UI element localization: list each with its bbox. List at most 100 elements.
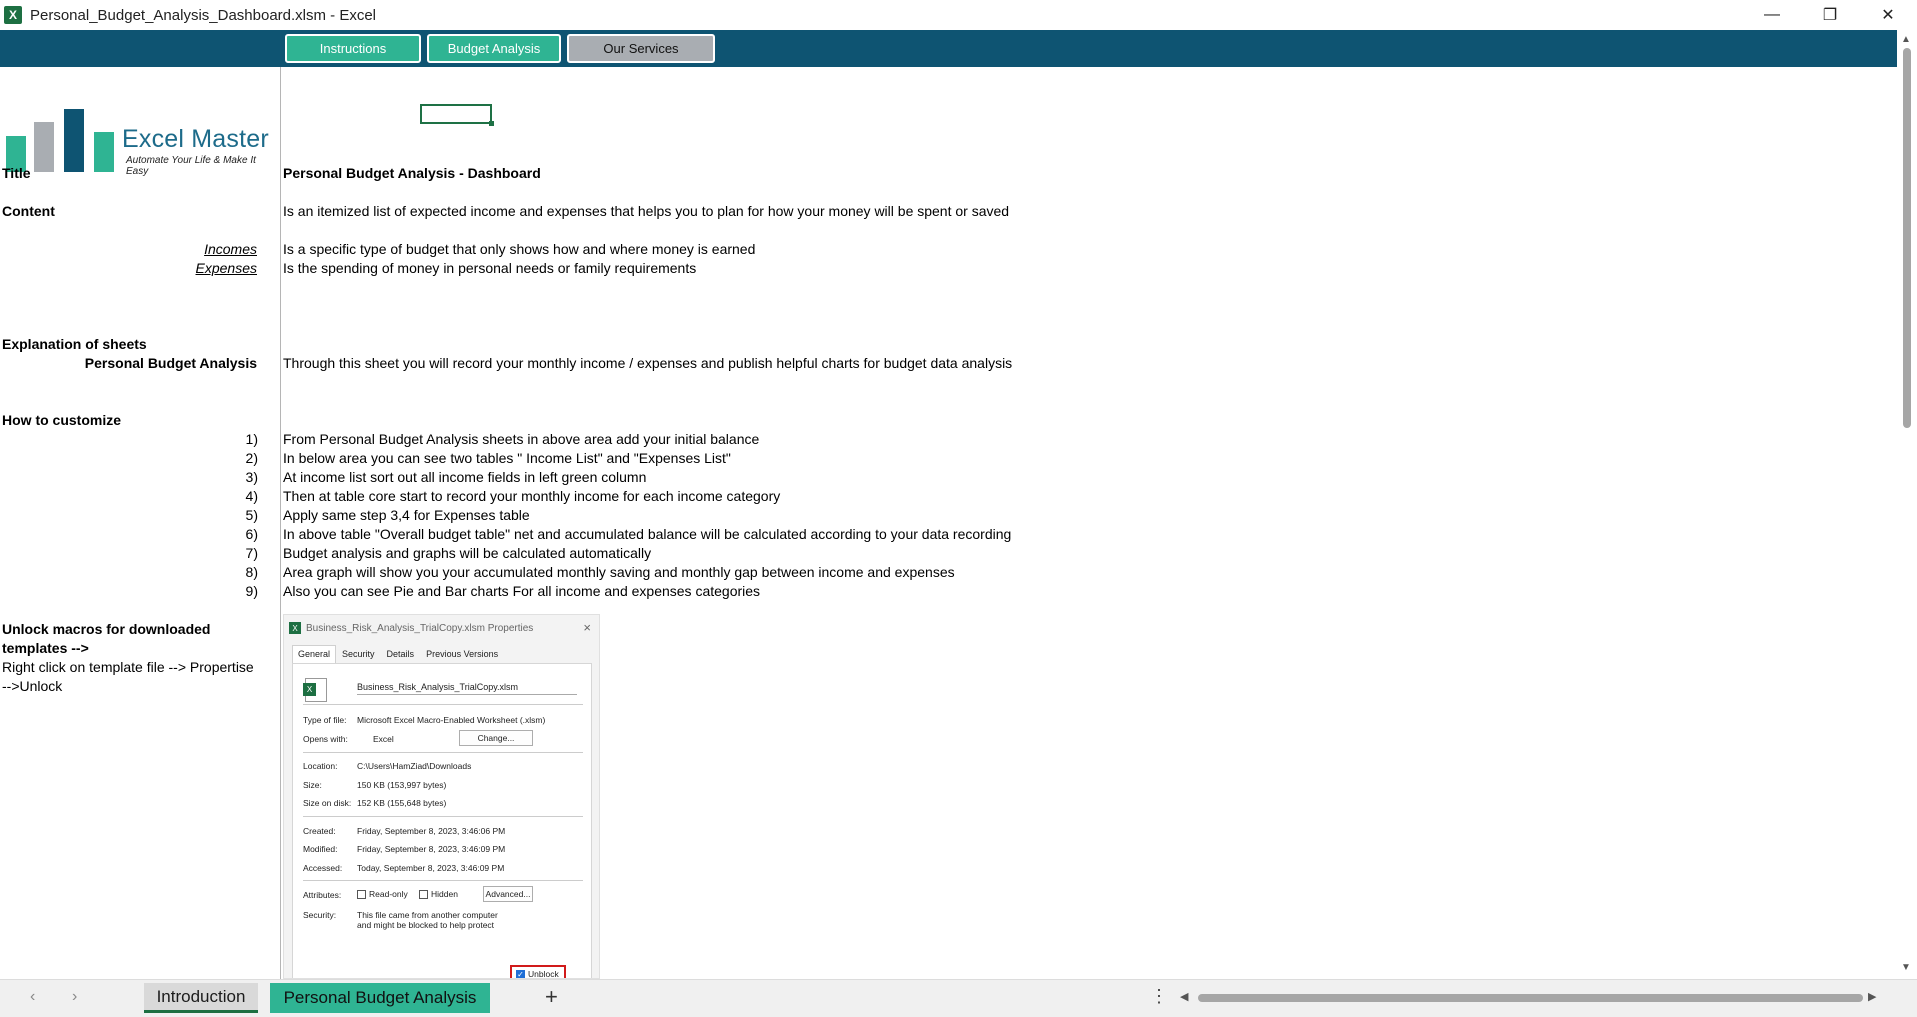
dialog-tab: Previous Versions (426, 649, 499, 659)
scroll-down-icon[interactable]: ▼ (1901, 962, 1911, 973)
unblock-label: Unblock (528, 969, 559, 979)
minimize-button[interactable]: — (1743, 0, 1801, 30)
divider (303, 816, 583, 817)
step-text: Budget analysis and graphs will be calcu… (283, 545, 652, 561)
expenses-value: Is the spending of money in personal nee… (283, 260, 697, 276)
created-value: Friday, September 8, 2023, 3:46:06 PM (357, 826, 506, 836)
scroll-left-icon[interactable]: ◀ (1180, 990, 1188, 1003)
expenses-label: Expenses (195, 260, 257, 276)
unlock-instruction-2: -->Unlock (2, 678, 63, 694)
opens-value: Excel (373, 734, 394, 744)
more-options-icon[interactable]: ⋮ (1150, 986, 1168, 1007)
size-value: 150 KB (153,997 bytes) (357, 780, 447, 790)
content-value: Is an itemized list of expected income a… (283, 203, 1010, 219)
unlock-label: Unlock macros for downloaded (2, 621, 211, 637)
location-value: C:\Users\HamZiad\Downloads (357, 761, 472, 771)
step-text: In below area you can see two tables " I… (283, 450, 731, 466)
tab-personal-budget-analysis[interactable]: Personal Budget Analysis (270, 983, 490, 1013)
step-text: Then at table core start to record your … (283, 488, 781, 504)
explanation-label: Explanation of sheets (2, 336, 147, 352)
column-divider (280, 67, 281, 979)
step-number: 4) (245, 488, 258, 504)
accessed-label: Accessed: (303, 863, 343, 873)
properties-dialog-image: X Business_Risk_Analysis_TrialCopy.xlsm … (283, 614, 600, 979)
incomes-value: Is a specific type of budget that only s… (283, 241, 756, 257)
step-number: 9) (245, 583, 258, 599)
next-sheet-icon[interactable]: › (72, 988, 77, 1006)
step-text: Apply same step 3,4 for Expenses table (283, 507, 530, 523)
dialog-tabs: General Security Details Previous Versio… (292, 645, 504, 663)
dialog-title: Business_Risk_Analysis_TrialCopy.xlsm Pr… (306, 623, 534, 634)
step-text: From Personal Budget Analysis sheets in … (283, 431, 760, 447)
step-number: 3) (245, 469, 258, 485)
excel-app-icon: X (4, 6, 22, 24)
our-services-button[interactable]: Our Services (567, 34, 715, 63)
step-text: Also you can see Pie and Bar charts For … (283, 583, 761, 599)
security-label: Security: (303, 910, 337, 920)
pba-value: Through this sheet you will record your … (283, 355, 1013, 371)
horizontal-scroll-thumb[interactable] (1198, 994, 1863, 1002)
sheet-tab-bar: ‹ › Introduction Personal Budget Analysi… (0, 979, 1917, 1017)
step-number: 2) (245, 450, 258, 466)
content-label: Content (2, 203, 55, 219)
excel-file-icon: X (289, 622, 301, 634)
unlock-label-2: templates --> (2, 640, 89, 656)
title-value: Personal Budget Analysis - Dashboard (283, 165, 541, 181)
file-icon: X (303, 678, 327, 702)
divider (303, 704, 583, 705)
dialog-tab: Security (342, 649, 375, 659)
navigation-band: Instructions Budget Analysis Our Service… (0, 30, 1897, 67)
add-sheet-icon[interactable]: + (545, 984, 558, 1010)
title-bar: X Personal_Budget_Analysis_Dashboard.xls… (0, 0, 1917, 30)
opens-label: Opens with: (303, 734, 348, 744)
hidden-checkbox: Hidden (419, 889, 458, 899)
selected-cell[interactable] (420, 104, 494, 126)
step-text: Area graph will show you your accumulate… (283, 564, 955, 580)
customize-label: How to customize (2, 412, 122, 428)
vertical-scroll-thumb[interactable] (1903, 48, 1911, 428)
prev-sheet-icon[interactable]: ‹ (30, 988, 35, 1006)
excel-master-logo: Excel Master Automate Your Life & Make I… (4, 72, 279, 177)
incomes-label: Incomes (204, 241, 257, 257)
step-number: 8) (245, 564, 258, 580)
location-label: Location: (303, 761, 338, 771)
created-label: Created: (303, 826, 336, 836)
unblock-checkbox: ✓ Unblock (510, 965, 566, 979)
unlock-instruction: Right click on template file --> Propert… (2, 659, 254, 675)
dialog-panel: X Business_Risk_Analysis_TrialCopy.xlsm … (292, 663, 592, 978)
tab-introduction[interactable]: Introduction (144, 983, 258, 1013)
modified-label: Modified: (303, 844, 338, 854)
logo-bar (64, 109, 84, 172)
restore-button[interactable]: ❐ (1801, 0, 1859, 30)
logo-title: Excel Master (122, 125, 269, 153)
scroll-right-icon[interactable]: ▶ (1868, 990, 1876, 1003)
size-label: Size: (303, 780, 322, 790)
step-text: In above table "Overall budget table" ne… (283, 526, 1012, 542)
step-text: At income list sort out all income field… (283, 469, 647, 485)
worksheet[interactable]: Instructions Budget Analysis Our Service… (0, 30, 1897, 979)
step-number: 7) (245, 545, 258, 561)
vertical-scrollbar[interactable]: ▲ ▼ (1897, 30, 1917, 979)
close-icon: × (583, 620, 591, 635)
advanced-button: Advanced... (483, 886, 533, 902)
window-title: Personal_Budget_Analysis_Dashboard.xlsm … (30, 6, 377, 24)
budget-analysis-button[interactable]: Budget Analysis (427, 34, 561, 63)
window-controls: — ❐ ✕ (1743, 0, 1917, 30)
instructions-button[interactable]: Instructions (285, 34, 421, 63)
disk-label: Size on disk: (303, 798, 352, 808)
change-button: Change... (459, 730, 533, 746)
title-label: Title (2, 165, 31, 181)
close-button[interactable]: ✕ (1859, 0, 1917, 30)
type-label: Type of file: (303, 715, 347, 725)
hidden-label: Hidden (431, 889, 458, 899)
security-value-2: and might be blocked to help protect (357, 920, 495, 930)
accessed-value: Today, September 8, 2023, 3:46:09 PM (357, 863, 505, 873)
dialog-tab: General (292, 645, 337, 663)
horizontal-scrollbar[interactable]: ◀ ▶ (1180, 990, 1880, 1006)
modified-value: Friday, September 8, 2023, 3:46:09 PM (357, 844, 506, 854)
type-value: Microsoft Excel Macro-Enabled Worksheet … (357, 715, 546, 725)
scroll-up-icon[interactable]: ▲ (1901, 34, 1911, 45)
divider (303, 752, 583, 753)
attributes-label: Attributes: (303, 890, 342, 900)
disk-value: 152 KB (155,648 bytes) (357, 798, 447, 808)
